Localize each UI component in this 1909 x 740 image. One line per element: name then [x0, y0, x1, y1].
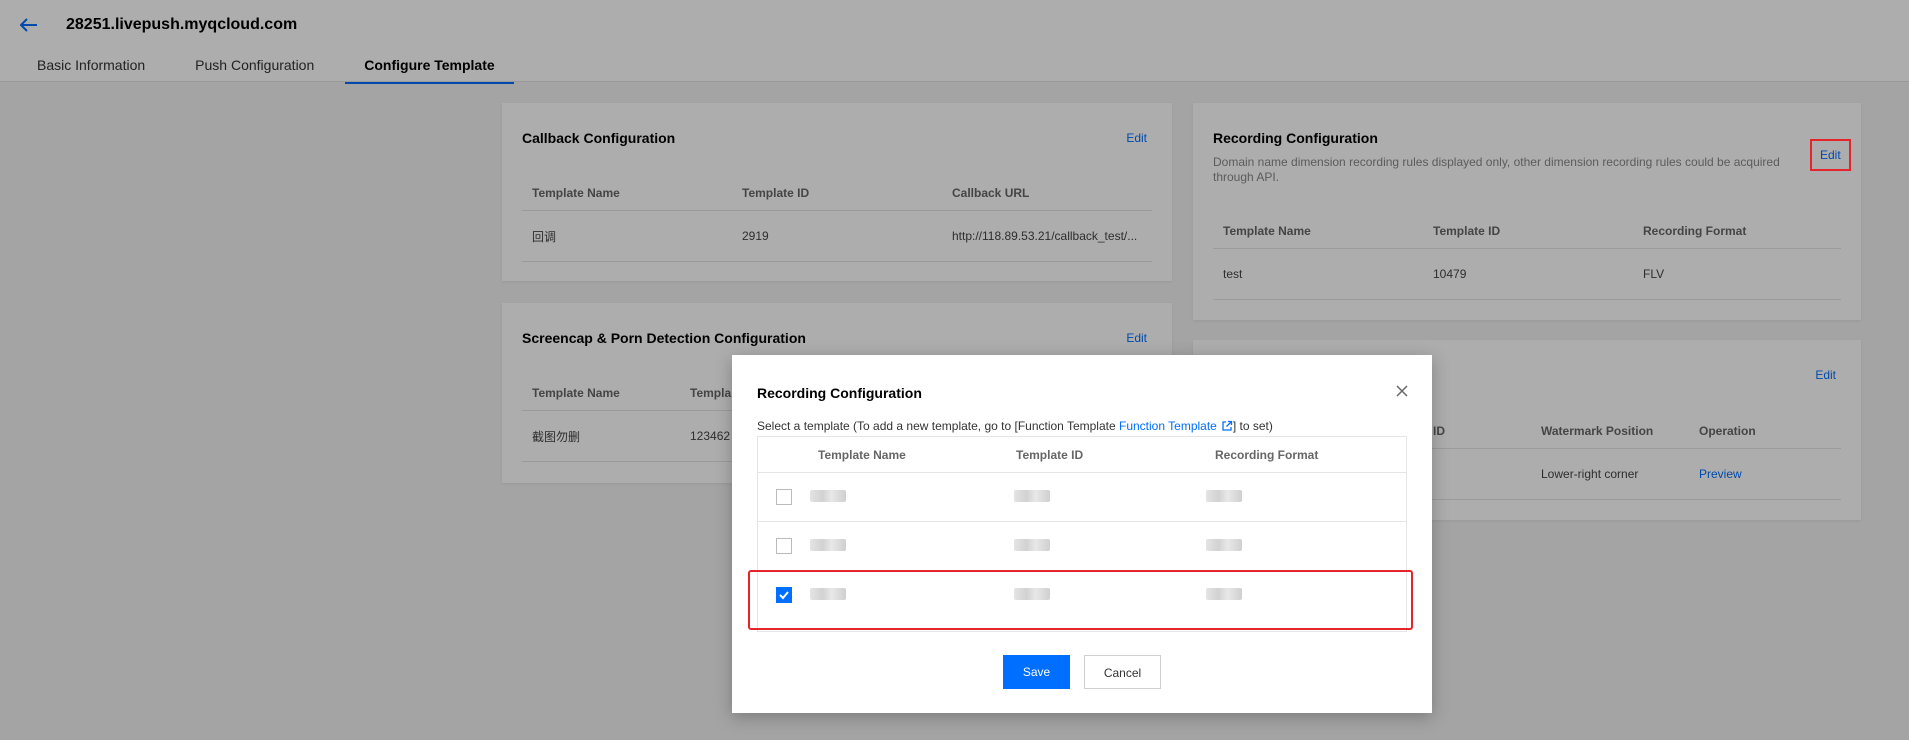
column-header: Recording Format — [1215, 448, 1319, 462]
blurred-template-id — [1014, 539, 1050, 551]
blurred-recording-format — [1206, 539, 1242, 551]
blurred-template-name — [810, 490, 846, 502]
blurred-template-id — [1014, 490, 1050, 502]
blurred-recording-format — [1206, 490, 1242, 502]
column-header: Template Name — [818, 448, 906, 462]
table-row[interactable] — [758, 473, 1406, 522]
blurred-template-name — [810, 539, 846, 551]
table-row[interactable] — [758, 522, 1406, 571]
external-link-icon[interactable] — [1221, 420, 1233, 435]
row-checkbox[interactable] — [776, 538, 792, 554]
row-checkbox[interactable] — [776, 489, 792, 505]
close-icon[interactable] — [1394, 383, 1410, 399]
edit-highlight-box — [1810, 139, 1851, 171]
table-header: Template Name Template ID Recording Form… — [758, 437, 1406, 473]
cancel-button[interactable]: Cancel — [1084, 655, 1161, 689]
function-template-link[interactable]: Function Template — [1119, 419, 1217, 433]
modal-description: Select a template (To add a new template… — [757, 419, 1273, 435]
modal-title: Recording Configuration — [757, 385, 922, 401]
save-button[interactable]: Save — [1003, 655, 1070, 689]
modal-desc-text: Select a template (To add a new template… — [757, 419, 1119, 433]
modal-desc-text: ] to set) — [1232, 419, 1273, 433]
recording-config-modal: Recording Configuration Select a templat… — [732, 355, 1432, 713]
selected-row-highlight-box — [748, 570, 1413, 630]
column-header: Template ID — [1016, 448, 1084, 462]
